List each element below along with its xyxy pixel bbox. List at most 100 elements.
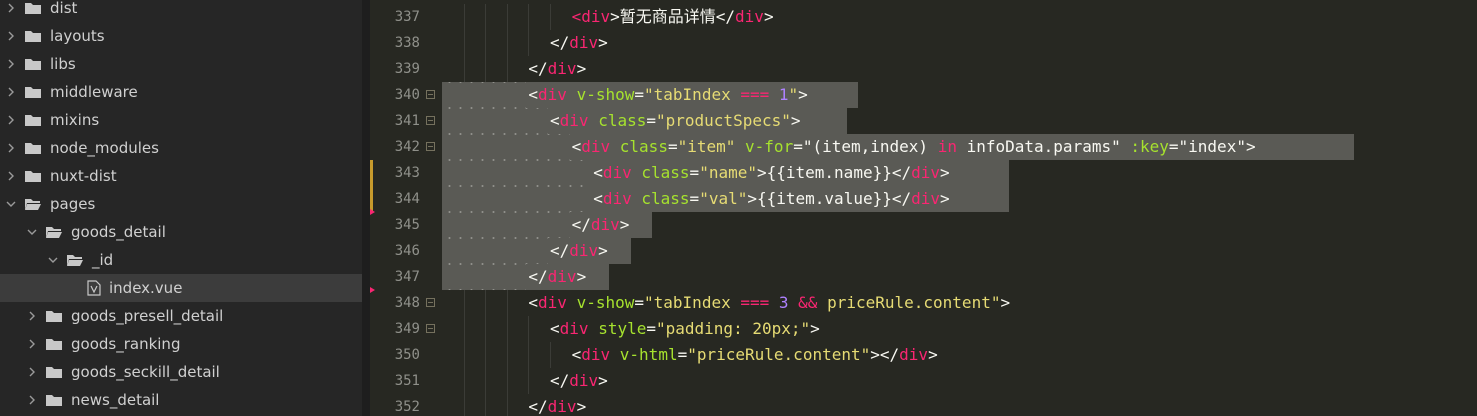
code-token: = xyxy=(634,85,645,104)
code-token: div xyxy=(602,163,632,182)
code-text: </div> xyxy=(572,212,630,238)
vue-file-icon xyxy=(87,280,101,296)
code-token: class xyxy=(641,163,690,182)
chevron-right-icon[interactable] xyxy=(25,393,39,407)
chevron-right-icon[interactable] xyxy=(4,141,18,155)
tree-folder-nuxt-dist[interactable]: nuxt-dist xyxy=(0,162,362,190)
folder-icon xyxy=(45,365,63,379)
code-text: <div v-html="priceRule.content"></div> xyxy=(572,342,938,368)
tree-folder-goods-ranking[interactable]: goods_ranking xyxy=(0,330,362,358)
code-line[interactable]: 349 <div style="padding: 20px;"> xyxy=(370,316,1477,342)
tree-folder-middleware[interactable]: middleware xyxy=(0,78,362,106)
fold-toggle-icon[interactable] xyxy=(426,324,435,333)
tree-folder-libs[interactable]: libs xyxy=(0,50,362,78)
code-line[interactable]: 340 <div v-show="tabIndex === 1"> xyxy=(370,82,1477,108)
tree-folder-pages[interactable]: pages xyxy=(0,190,362,218)
code-token: > xyxy=(940,189,950,208)
code-editor[interactable]: 337 <div>暂无商品详情</div> 338 </div> 339 </div> 34… xyxy=(370,0,1477,416)
chevron-down-icon[interactable] xyxy=(46,253,60,267)
chevron-right-icon[interactable] xyxy=(4,57,18,71)
code-token: > xyxy=(790,111,801,130)
code-token: < xyxy=(528,293,539,312)
line-number: 338 xyxy=(394,35,420,51)
chevron-right-icon[interactable] xyxy=(4,113,18,127)
code-line[interactable]: 338 </div> xyxy=(370,30,1477,56)
tree-folder-goods-detail[interactable]: goods_detail xyxy=(0,218,362,246)
tree-folder-node-modules[interactable]: node_modules xyxy=(0,134,362,162)
code-token: < xyxy=(571,345,582,364)
code-token: = xyxy=(677,345,688,364)
tree-item-label: _id xyxy=(92,251,114,269)
whitespace-dots xyxy=(444,212,570,238)
fold-toggle-icon[interactable] xyxy=(426,298,435,307)
chevron-right-icon[interactable] xyxy=(25,365,39,379)
code-line[interactable]: 337 <div>暂无商品详情</div> xyxy=(370,4,1477,30)
tree-folder-layouts[interactable]: layouts xyxy=(0,22,362,50)
tree-file-index-vue[interactable]: index.vue xyxy=(0,274,362,302)
editor-window: dist layouts libs middleware mixins node_modu… xyxy=(0,0,1477,416)
line-number: 341 xyxy=(394,113,420,129)
chevron-down-icon[interactable] xyxy=(4,197,18,211)
chevron-right-icon[interactable] xyxy=(4,85,18,99)
code-token: < xyxy=(593,163,603,182)
indent-guide xyxy=(506,368,508,394)
folder-open-icon xyxy=(45,225,63,239)
code-line[interactable]: 341 <div class="productSpecs"> xyxy=(370,108,1477,134)
chevron-right-icon[interactable] xyxy=(25,337,39,351)
code-line[interactable]: 351 </div> xyxy=(370,368,1477,394)
tree-folder-mixins[interactable]: mixins xyxy=(0,106,362,134)
code-line[interactable]: 347 </div> xyxy=(370,264,1477,290)
code-line[interactable]: 345 </div> xyxy=(370,212,1477,238)
indent-guide xyxy=(485,4,487,30)
indent-guide xyxy=(485,368,487,394)
code-token: = xyxy=(646,319,656,338)
sidebar-splitter[interactable] xyxy=(362,0,370,416)
code-token: ="index"> xyxy=(1168,137,1256,156)
code-token: div xyxy=(899,345,929,364)
file-tree-sidebar: dist layouts libs middleware mixins node_modu… xyxy=(0,0,362,416)
code-token: > xyxy=(810,319,820,338)
fold-toggle-icon[interactable] xyxy=(426,142,435,151)
tree-folder-goods-seckill-detail[interactable]: goods_seckill_detail xyxy=(0,358,362,386)
tree-folder--id[interactable]: _id xyxy=(0,246,362,274)
fold-toggle-icon[interactable] xyxy=(426,90,435,99)
code-token: > xyxy=(598,371,608,390)
code-line[interactable]: 339 </div> xyxy=(370,56,1477,82)
code-token: div xyxy=(538,293,567,312)
tree-item-label: mixins xyxy=(50,111,100,129)
chevron-right-icon[interactable] xyxy=(25,309,39,323)
chevron-right-icon[interactable] xyxy=(4,29,18,43)
tree-folder-dist[interactable]: dist xyxy=(0,0,362,22)
code-line[interactable]: 342 <div class="item" v-for="(item,index)… xyxy=(370,134,1477,160)
indent-guide xyxy=(550,4,551,30)
code-line[interactable]: 343 <div class="name">{{item.name}}</div> xyxy=(370,160,1477,186)
indent-guide xyxy=(463,56,465,82)
tree-folder-news-detail[interactable]: news_detail xyxy=(0,386,362,414)
code-line[interactable]: 350 <div v-html="priceRule.content"></div… xyxy=(370,342,1477,368)
tree-folder-goods-presell-detail[interactable]: goods_presell_detail xyxy=(0,302,362,330)
line-number: 350 xyxy=(394,347,420,363)
code-text: </div> xyxy=(550,30,608,56)
code-token: > xyxy=(598,241,608,260)
line-number: 345 xyxy=(394,217,420,233)
code-token: > xyxy=(576,267,587,286)
code-line[interactable]: 352 </div> xyxy=(370,394,1477,416)
line-number: 343 xyxy=(394,165,420,181)
code-token: < xyxy=(571,137,582,156)
code-token: "item" xyxy=(677,137,736,156)
line-number: 351 xyxy=(394,373,420,389)
line-number: 344 xyxy=(394,191,420,207)
fold-toggle-icon[interactable] xyxy=(426,116,435,125)
indent-guide xyxy=(485,290,487,316)
code-text: </div> xyxy=(528,56,586,82)
chevron-down-icon[interactable] xyxy=(25,225,39,239)
chevron-right-icon[interactable] xyxy=(4,169,18,183)
chevron-right-icon[interactable] xyxy=(4,1,18,15)
code-line[interactable]: 348 <div v-show="tabIndex === 3 && priceR… xyxy=(370,290,1477,316)
indent-guide xyxy=(485,56,487,82)
code-line[interactable]: 344 <div class="val">{{item.value}}</div> xyxy=(370,186,1477,212)
code-line[interactable]: 346 </div> xyxy=(370,238,1477,264)
folder-icon xyxy=(45,337,63,351)
